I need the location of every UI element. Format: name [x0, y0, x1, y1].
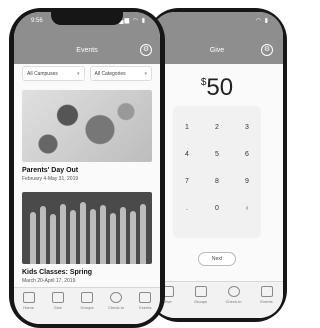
- events-icon: [260, 286, 273, 297]
- events-icon: [139, 292, 152, 303]
- event-photo: [22, 192, 152, 264]
- chevron-down-icon: ▾: [76, 70, 80, 77]
- tab-label: Home: [23, 305, 34, 310]
- key-decimal[interactable]: .: [177, 205, 197, 212]
- give-screen: Give ⚙ ◠ ▮ $50 1 2 3 4 5 6 7 8 9 . 0 ‹ N…: [151, 12, 283, 318]
- tab-check-in[interactable]: Check-In: [222, 286, 246, 304]
- check-in-icon: [110, 292, 123, 303]
- give-phone: Give ⚙ ◠ ▮ $50 1 2 3 4 5 6 7 8 9 . 0 ‹ N…: [147, 8, 287, 322]
- groups-icon: [194, 286, 207, 297]
- event-title: Parents' Day Out: [22, 167, 79, 174]
- key-2[interactable]: 2: [207, 124, 227, 131]
- status-icons: ◠ ▮: [255, 18, 269, 24]
- settings-icon[interactable]: ⚙: [261, 44, 273, 56]
- give-icon: [51, 292, 64, 303]
- tab-events[interactable]: Events: [133, 292, 157, 310]
- status-bar: ◠ ▮: [151, 12, 283, 32]
- event-date: February 4-May 31, 2019: [22, 176, 79, 182]
- settings-icon[interactable]: ⚙: [140, 44, 152, 56]
- key-backspace[interactable]: ‹: [237, 205, 257, 212]
- event-card[interactable]: Parents' Day Out February 4-May 31, 2019: [22, 90, 152, 182]
- event-title: Kids Classes: Spring: [22, 269, 93, 276]
- chevron-down-icon: ▾: [144, 70, 147, 77]
- event-card[interactable]: Kids Classes: Spring March 20-April 17, …: [22, 192, 152, 284]
- tab-give[interactable]: Give: [46, 292, 70, 310]
- key-1[interactable]: 1: [177, 124, 197, 131]
- currency-symbol: $: [200, 77, 207, 88]
- tab-home[interactable]: Home: [17, 292, 41, 310]
- event-date: March 20-April 17, 2019: [22, 278, 76, 284]
- tab-label: Check-In: [225, 299, 242, 304]
- tab-label: Groups: [80, 305, 94, 310]
- tab-label: Check-In: [108, 305, 125, 310]
- phone-notch: [51, 12, 123, 25]
- key-0[interactable]: 0: [207, 205, 227, 212]
- give-amount: $50: [151, 74, 283, 102]
- events-screen: Events ⚙ 9:56 ▂▄▆ ◠ ▮ All Campuses ▾ All…: [14, 12, 160, 324]
- filter-bar: All Campuses ▾ All Categories ▾: [14, 66, 160, 88]
- key-9[interactable]: 9: [237, 178, 257, 185]
- key-8[interactable]: 8: [207, 178, 227, 185]
- events-phone: Events ⚙ 9:56 ▂▄▆ ◠ ▮ All Campuses ▾ All…: [9, 8, 165, 328]
- groups-icon: [80, 292, 93, 303]
- home-icon: [22, 292, 35, 303]
- key-7[interactable]: 7: [177, 178, 197, 185]
- amount-value: 50: [206, 74, 234, 101]
- tab-label: Give: [53, 305, 62, 310]
- key-4[interactable]: 4: [177, 151, 197, 158]
- tab-bar: Home Give Groups Check-In Events: [14, 287, 160, 324]
- tab-label: Groups: [193, 299, 208, 304]
- campus-filter[interactable]: All Campuses ▾: [22, 66, 85, 81]
- key-6[interactable]: 6: [237, 151, 257, 158]
- tab-label: Events: [260, 299, 273, 304]
- tab-bar: Give Groups Check-In Events: [151, 281, 283, 318]
- next-button[interactable]: Next: [198, 252, 236, 266]
- tab-groups[interactable]: Groups: [75, 292, 99, 310]
- number-keypad: 1 2 3 4 5 6 7 8 9 . 0 ‹: [173, 106, 261, 238]
- status-time: 9:56: [31, 18, 43, 24]
- tab-events[interactable]: Events: [255, 286, 279, 304]
- tab-label: Events: [139, 305, 152, 310]
- events-title: Events: [76, 47, 98, 54]
- category-filter[interactable]: All Categories ▾: [89, 66, 152, 81]
- event-photo: [22, 90, 152, 162]
- campus-filter-label: All Campuses: [27, 70, 58, 77]
- category-filter-label: All Categories: [94, 70, 126, 77]
- key-5[interactable]: 5: [207, 151, 227, 158]
- tab-check-in[interactable]: Check-In: [104, 292, 128, 310]
- check-in-icon: [227, 286, 240, 297]
- key-3[interactable]: 3: [237, 124, 257, 131]
- tab-groups[interactable]: Groups: [189, 286, 213, 304]
